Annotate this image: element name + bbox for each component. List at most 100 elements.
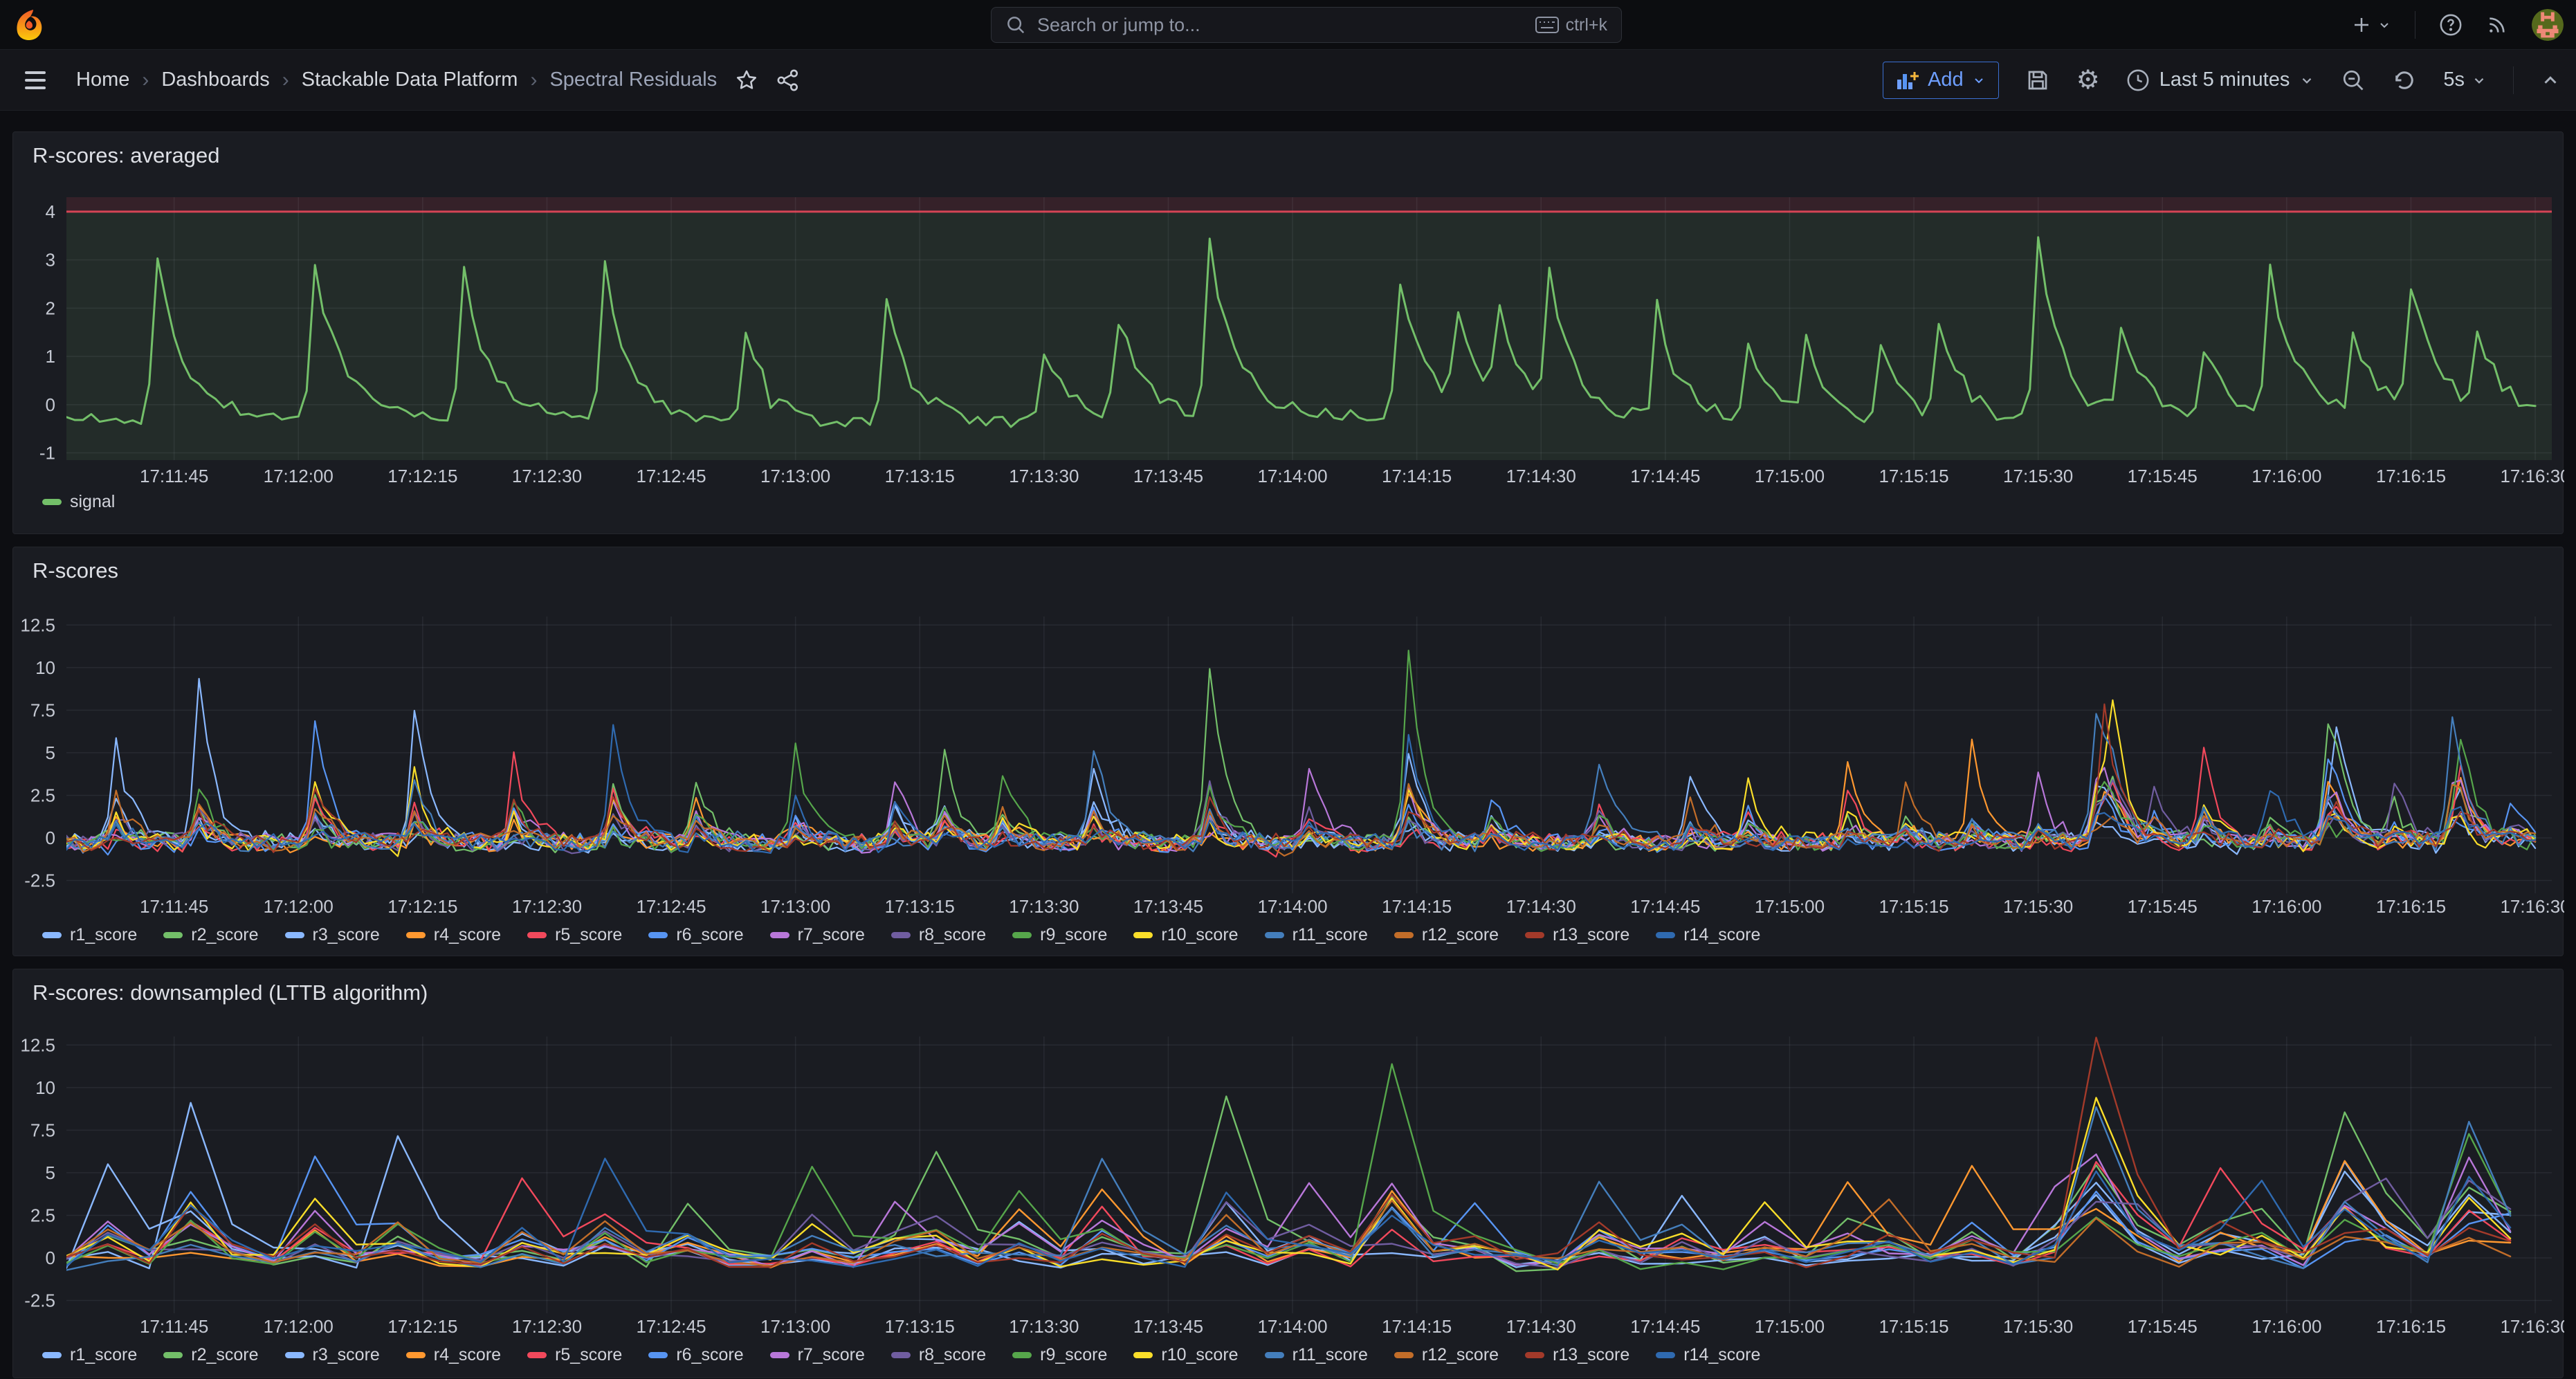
legend-label: signal bbox=[70, 492, 115, 512]
x-axis-tick-label: 17:16:30 bbox=[2500, 1316, 2564, 1337]
legend-item[interactable]: r6_score bbox=[648, 925, 743, 945]
toolbar-divider bbox=[2513, 66, 2514, 94]
legend-item[interactable]: r11_score bbox=[1265, 925, 1368, 945]
time-range-picker[interactable]: Last 5 minutes bbox=[2126, 69, 2315, 92]
legend-label: r10_score bbox=[1161, 1345, 1238, 1365]
breadcrumb-item[interactable]: Home bbox=[76, 69, 129, 91]
x-axis-tick-label: 17:15:15 bbox=[1879, 1316, 1948, 1337]
legend-item[interactable]: r13_score bbox=[1525, 925, 1629, 945]
x-axis-tick-label: 17:15:30 bbox=[2003, 1316, 2073, 1337]
menu-toggle-button[interactable] bbox=[25, 71, 46, 89]
series-line-r13_score bbox=[66, 1038, 2510, 1268]
legend-label: r4_score bbox=[434, 1345, 501, 1365]
breadcrumb-item[interactable]: Stackable Data Platform bbox=[302, 69, 518, 91]
legend-item[interactable]: r2_score bbox=[163, 1345, 258, 1365]
x-axis-tick-label: 17:12:30 bbox=[512, 896, 582, 917]
legend-label: r10_score bbox=[1161, 925, 1238, 945]
legend-item[interactable]: r1_score bbox=[42, 1345, 137, 1365]
chevron-down-icon bbox=[2472, 73, 2487, 88]
x-axis-tick-label: 17:14:00 bbox=[1257, 896, 1327, 917]
x-axis-tick-label: 17:13:30 bbox=[1009, 466, 1079, 486]
user-avatar[interactable] bbox=[2532, 9, 2564, 41]
legend-item[interactable]: r7_score bbox=[770, 1345, 865, 1365]
legend-item[interactable]: r7_score bbox=[770, 925, 865, 945]
legend-label: r8_score bbox=[919, 1345, 986, 1365]
share-icon[interactable] bbox=[776, 69, 800, 92]
legend-item[interactable]: r5_score bbox=[527, 925, 622, 945]
y-axis-tick-label: 1 bbox=[46, 346, 55, 367]
x-axis-tick-label: 17:16:00 bbox=[2251, 1316, 2321, 1337]
legend-item[interactable]: r9_score bbox=[1012, 1345, 1107, 1365]
grafana-logo[interactable] bbox=[12, 8, 46, 42]
y-axis-tick-label: 0 bbox=[46, 1248, 55, 1268]
x-axis-tick-label: 17:15:00 bbox=[1755, 466, 1825, 486]
breadcrumb-item[interactable]: Spectral Residuals bbox=[549, 69, 717, 91]
x-axis-tick-label: 17:13:00 bbox=[760, 466, 830, 486]
keyboard-icon bbox=[1535, 17, 1559, 33]
legend-item[interactable]: r1_score bbox=[42, 925, 137, 945]
y-axis-tick-label: 12.5 bbox=[20, 614, 55, 635]
news-button[interactable] bbox=[2486, 14, 2508, 36]
series-line-r9_score bbox=[66, 650, 2535, 852]
refresh-icon[interactable] bbox=[2392, 68, 2417, 93]
search-icon bbox=[1005, 15, 1026, 35]
legend-item[interactable]: r8_score bbox=[891, 925, 986, 945]
legend-label: r11_score bbox=[1292, 925, 1368, 945]
legend-label: r2_score bbox=[191, 925, 258, 945]
legend-item[interactable]: r6_score bbox=[648, 1345, 743, 1365]
panel-r-scores-downsampled[interactable]: R-scores: downsampled (LTTB algorithm) 1… bbox=[12, 969, 2564, 1378]
search-shortcut: ctrl+k bbox=[1566, 15, 1607, 35]
legend-item[interactable]: signal bbox=[42, 492, 115, 512]
legend-label: r11_score bbox=[1292, 1345, 1368, 1365]
legend-swatch bbox=[770, 1352, 789, 1358]
x-axis-tick-label: 17:14:45 bbox=[1630, 466, 1700, 486]
refresh-interval-picker[interactable]: 5s bbox=[2443, 69, 2487, 91]
add-panel-button[interactable]: Add bbox=[1883, 62, 1999, 99]
legend-item[interactable]: r11_score bbox=[1265, 1345, 1368, 1365]
legend-swatch bbox=[285, 1352, 304, 1358]
legend-item[interactable]: r10_score bbox=[1133, 925, 1238, 945]
x-axis-tick-label: 17:13:15 bbox=[885, 1316, 955, 1337]
collapse-chrome-icon[interactable] bbox=[2540, 70, 2561, 91]
legend-item[interactable]: r5_score bbox=[527, 1345, 622, 1365]
legend-item[interactable]: r3_score bbox=[285, 1345, 380, 1365]
legend-item[interactable]: r14_score bbox=[1656, 925, 1760, 945]
y-axis-tick-label: 0 bbox=[46, 394, 55, 415]
legend-item[interactable]: r2_score bbox=[163, 925, 258, 945]
legend-swatch bbox=[891, 1352, 911, 1358]
legend-label: r13_score bbox=[1553, 1345, 1629, 1365]
new-menu-button[interactable] bbox=[2351, 15, 2391, 35]
breadcrumb-item[interactable]: Dashboards bbox=[161, 69, 269, 91]
settings-button[interactable]: ⚙ bbox=[2076, 67, 2100, 93]
y-axis-tick-label: 10 bbox=[35, 1077, 55, 1098]
legend-swatch bbox=[163, 932, 183, 938]
legend-item[interactable]: r12_score bbox=[1394, 1345, 1499, 1365]
legend-label: r14_score bbox=[1683, 1345, 1760, 1365]
legend-item[interactable]: r12_score bbox=[1394, 925, 1499, 945]
save-dashboard-icon[interactable] bbox=[2025, 68, 2050, 93]
x-axis-tick-label: 17:14:15 bbox=[1382, 1316, 1452, 1337]
search-input[interactable]: Search or jump to... ctrl+k bbox=[991, 7, 1622, 43]
legend-swatch bbox=[42, 499, 62, 505]
y-axis-tick-label: 2.5 bbox=[30, 785, 55, 805]
search-placeholder: Search or jump to... bbox=[1037, 15, 1535, 36]
legend-item[interactable]: r4_score bbox=[406, 925, 501, 945]
legend-item[interactable]: r4_score bbox=[406, 1345, 501, 1365]
legend-item[interactable]: r14_score bbox=[1656, 1345, 1760, 1365]
panel-r-scores-averaged[interactable]: R-scores: averaged 43210-117:11:4517:12:… bbox=[12, 131, 2564, 534]
star-icon[interactable] bbox=[735, 69, 758, 92]
zoom-out-icon[interactable] bbox=[2341, 68, 2366, 93]
legend-item[interactable]: r13_score bbox=[1525, 1345, 1629, 1365]
panel-r-scores[interactable]: R-scores 12.5107.552.50-2.517:11:4517:12… bbox=[12, 547, 2564, 956]
legend-item[interactable]: r3_score bbox=[285, 925, 380, 945]
legend-item[interactable]: r9_score bbox=[1012, 925, 1107, 945]
legend-label: r6_score bbox=[676, 1345, 743, 1365]
x-axis-tick-label: 17:14:00 bbox=[1257, 466, 1327, 486]
y-axis-tick-label: 7.5 bbox=[30, 700, 55, 720]
legend-swatch bbox=[527, 1352, 547, 1358]
x-axis-tick-label: 17:15:30 bbox=[2003, 896, 2073, 917]
legend-item[interactable]: r10_score bbox=[1133, 1345, 1238, 1365]
x-axis-tick-label: 17:12:30 bbox=[512, 1316, 582, 1337]
help-button[interactable] bbox=[2439, 13, 2463, 37]
legend-item[interactable]: r8_score bbox=[891, 1345, 986, 1365]
